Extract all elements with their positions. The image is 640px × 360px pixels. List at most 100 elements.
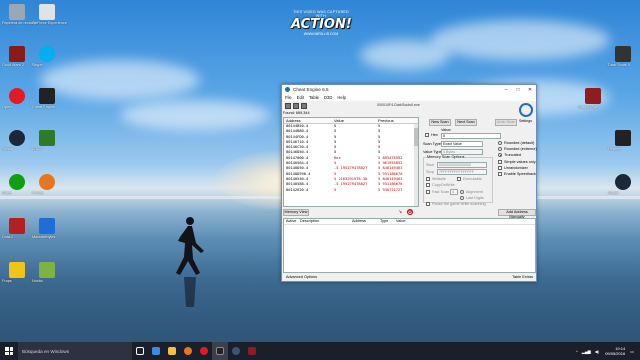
- desktop-icon-recycle-bin[interactable]: Papelera de reciclaje: [2, 4, 37, 25]
- taskbar-search-input[interactable]: Búsqueda en Windows: [18, 342, 132, 360]
- desktop-icon-firefox[interactable]: Firefox: [32, 174, 62, 195]
- copyonwrite-checkbox[interactable]: [426, 183, 430, 187]
- taskbar-edge[interactable]: [148, 342, 164, 360]
- scan-results-list[interactable]: Address Value Previous 00144B50-4 5 5 0014…: [283, 117, 419, 207]
- network-icon[interactable]: ▂▄▆: [582, 349, 591, 354]
- column-value[interactable]: Value: [394, 219, 414, 224]
- writable-checkbox[interactable]: [426, 177, 430, 181]
- desktop-icon-malwarebytes[interactable]: Malwarebytes: [32, 218, 62, 239]
- menu-table[interactable]: Table: [309, 95, 319, 100]
- clock[interactable]: 19:14 09/05/2016: [605, 346, 625, 356]
- menu-d3d[interactable]: D3D: [324, 95, 332, 100]
- window-titlebar[interactable]: Cheat Engine 6.5 – □ ✕: [282, 85, 536, 94]
- arrow-down-icon[interactable]: ↘: [398, 209, 404, 215]
- start-address-input[interactable]: 0000000000000000: [437, 162, 487, 168]
- hex-checkbox[interactable]: [425, 133, 429, 137]
- desktop-icon-label: Razer: [2, 191, 13, 195]
- maximize-button[interactable]: □: [512, 87, 524, 93]
- desktop-icon-razer[interactable]: Razer: [2, 174, 32, 195]
- chevron-up-icon[interactable]: ^: [576, 349, 578, 354]
- speedhack-checkbox[interactable]: [498, 172, 502, 176]
- runner-silhouette: [176, 217, 204, 307]
- lastdigits-radio[interactable]: [460, 196, 464, 200]
- value-type-label: Value Type: [423, 150, 442, 154]
- taskbar-task-view[interactable]: [132, 342, 148, 360]
- results-scrollbar[interactable]: [414, 124, 418, 206]
- column-description[interactable]: Description: [298, 219, 350, 224]
- stop-address-input[interactable]: 7FFFFFFFFFFFFFFF: [437, 169, 487, 175]
- taskbar-explorer[interactable]: [164, 342, 180, 360]
- address-list[interactable]: Active Description Address Type Value: [283, 218, 536, 273]
- desktop-icon-dota[interactable]: Dota 2: [2, 218, 32, 239]
- volume-icon[interactable]: ◀): [595, 349, 599, 354]
- dark-souls-icon: [615, 46, 631, 62]
- column-address[interactable]: Address: [284, 118, 332, 123]
- simple-values-checkbox[interactable]: [498, 160, 502, 164]
- fastscan-checkbox[interactable]: [426, 190, 430, 194]
- cheat-engine-logo-icon[interactable]: [519, 103, 533, 117]
- truncated-radio[interactable]: [498, 153, 502, 157]
- close-button[interactable]: ✕: [524, 87, 536, 93]
- table-extras-link[interactable]: Table Extras: [512, 275, 533, 280]
- desktop-icon-steam[interactable]: Steam: [2, 130, 32, 151]
- column-value[interactable]: Value: [332, 118, 376, 123]
- taskbar-steam[interactable]: [228, 342, 244, 360]
- taskbar-opera[interactable]: [196, 342, 212, 360]
- new-scan-button[interactable]: New Scan: [429, 119, 451, 126]
- table-row[interactable]: 00142620-4 5 5 930721727: [284, 188, 418, 193]
- desktop-icon-skype[interactable]: Skype: [32, 46, 62, 67]
- menu-file[interactable]: File: [285, 95, 292, 100]
- desktop-icon-label: Guild Wars 2: [2, 63, 24, 67]
- settings-link[interactable]: Settings: [519, 119, 532, 123]
- memory-view-bar: Memory View ↘ ⊘ Add Address Manually: [283, 209, 536, 219]
- desktop-icon-label: Dota 2: [2, 235, 14, 239]
- desktop-icon-dark-souls[interactable]: Dark Souls II: [608, 46, 638, 67]
- unrandomizer-checkbox[interactable]: [498, 166, 502, 170]
- column-previous[interactable]: Previous: [376, 118, 418, 123]
- desktop-icon-nvidia[interactable]: Nvidia: [32, 262, 62, 283]
- start-button[interactable]: [0, 342, 18, 360]
- column-address[interactable]: Address: [350, 219, 378, 224]
- column-active[interactable]: Active: [284, 219, 298, 224]
- scrollbar-thumb[interactable]: [414, 128, 418, 146]
- truncated-label: Truncated: [504, 153, 521, 157]
- menu-help[interactable]: Help: [337, 95, 346, 100]
- taskbar-game[interactable]: [244, 342, 260, 360]
- opera-icon: [9, 88, 25, 104]
- column-type[interactable]: Type: [378, 219, 394, 224]
- menu-edit[interactable]: Edit: [297, 95, 304, 100]
- desktop-icon-cheat-engine[interactable]: Cheat Engine: [32, 88, 62, 109]
- scan-type-select[interactable]: Exact Value: [441, 141, 483, 147]
- taskbar-cheat-engine[interactable]: [212, 342, 228, 360]
- memory-view-button[interactable]: Memory View: [283, 209, 309, 216]
- rounded-default-radio[interactable]: [498, 141, 502, 145]
- desktop-icon-steam-right[interactable]: Steam: [608, 174, 638, 195]
- value-input[interactable]: 5: [441, 133, 501, 139]
- advanced-options-link[interactable]: Advanced Options: [286, 275, 317, 280]
- alignment-radio[interactable]: [460, 190, 464, 194]
- rounded-extreme-radio[interactable]: [498, 147, 502, 151]
- undo-scan-button[interactable]: Undo Scan: [495, 119, 517, 126]
- desktop-icon-guild-wars[interactable]: Guild Wars 2: [2, 46, 32, 67]
- save-icon[interactable]: [301, 102, 307, 109]
- add-address-button[interactable]: Add Address Manually: [498, 209, 536, 219]
- stop-icon[interactable]: ⊘: [407, 209, 413, 215]
- desktop-icon-opera[interactable]: Opera: [2, 88, 32, 109]
- open-file-icon[interactable]: [293, 102, 299, 109]
- gta-icon: [39, 130, 55, 146]
- desktop-icon-heroes[interactable]: Heroes: [608, 130, 638, 151]
- fastscan-value-input[interactable]: 4: [450, 189, 458, 195]
- executable-checkbox[interactable]: [457, 177, 461, 181]
- desktop-icon-fraps[interactable]: Fraps: [2, 262, 32, 283]
- taskbar-firefox[interactable]: [180, 342, 196, 360]
- window-title: Cheat Engine 6.5: [293, 87, 329, 92]
- desktop-icon-gta[interactable]: GTA V: [32, 130, 62, 151]
- notifications-icon[interactable]: ▭: [630, 349, 634, 354]
- rounded-extreme-label: Rounded (extreme): [504, 147, 537, 151]
- minimize-button[interactable]: –: [500, 87, 512, 93]
- pause-game-checkbox[interactable]: [426, 202, 430, 206]
- next-scan-button[interactable]: Next Scan: [455, 119, 477, 126]
- desktop-icon-dragon-age[interactable]: Dragon Age: [578, 88, 608, 109]
- open-process-icon[interactable]: [285, 102, 291, 109]
- desktop-icon-geforce[interactable]: GeForce Experience: [32, 4, 67, 25]
